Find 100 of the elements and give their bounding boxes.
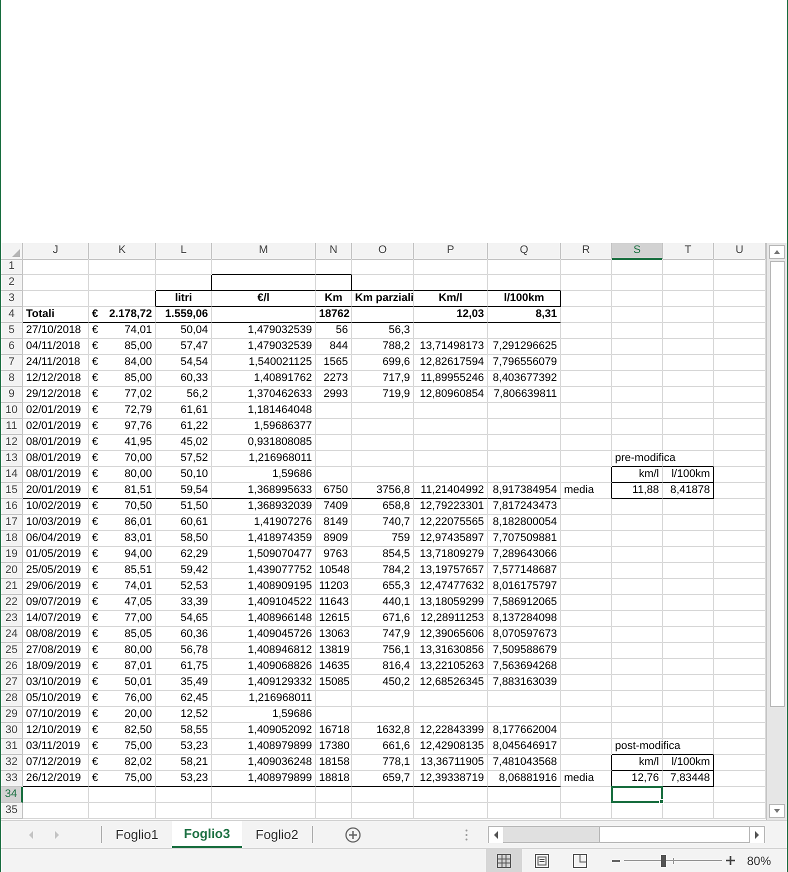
row-header[interactable]: 26	[1, 659, 23, 675]
column-header[interactable]: K	[89, 243, 156, 260]
row-header[interactable]: 30	[1, 723, 23, 739]
scroll-down-icon[interactable]	[769, 804, 785, 818]
row-header[interactable]: 20	[1, 563, 23, 579]
table-cell: 756,1	[352, 643, 414, 659]
zoom-slider-thumb[interactable]	[661, 854, 666, 866]
table-cell: 08/01/2019	[23, 451, 89, 467]
row-header[interactable]: 21	[1, 579, 23, 595]
table-cell: 12/10/2019	[23, 723, 89, 739]
empty-cell	[663, 643, 714, 659]
scroll-thumb[interactable]	[770, 261, 784, 707]
view-button[interactable]	[486, 849, 522, 872]
zoom-level[interactable]: 80%	[746, 852, 771, 870]
row-header[interactable]: 22	[1, 595, 23, 611]
table-cell: 8,045646917	[488, 739, 561, 755]
table-cell: 12,22843399	[414, 723, 488, 739]
table-cell: 58,50	[156, 531, 212, 547]
horizontal-scrollbar[interactable]	[488, 826, 765, 843]
table-cell: 1,408979899	[212, 771, 316, 787]
table-cell: 1,409036248	[212, 755, 316, 771]
zoom-slider[interactable]	[624, 854, 722, 866]
scroll-left-icon[interactable]	[489, 827, 503, 843]
empty-cell	[612, 339, 663, 355]
table-cell: 27/08/2019	[23, 643, 89, 659]
row-header[interactable]: 17	[1, 515, 23, 531]
row-header[interactable]: 5	[1, 323, 23, 339]
zoom-in-icon[interactable]	[726, 856, 735, 865]
scroll-right-icon[interactable]	[750, 827, 764, 843]
row-header[interactable]: 6	[1, 339, 23, 355]
sheet-tab[interactable]: Foglio1	[102, 821, 172, 848]
table-cell: 35,49	[156, 675, 212, 691]
row-header[interactable]: 16	[1, 499, 23, 515]
table-cell: 18818	[316, 771, 352, 787]
column-header[interactable]: P	[414, 243, 488, 260]
row-header[interactable]: 24	[1, 627, 23, 643]
row-header[interactable]: 34	[1, 787, 23, 803]
empty-cell	[352, 275, 414, 291]
row-header[interactable]: 33	[1, 771, 23, 787]
empty-cell	[612, 707, 663, 723]
column-header[interactable]: Q	[488, 243, 561, 260]
row-header[interactable]: 7	[1, 355, 23, 371]
column-header[interactable]: N	[316, 243, 352, 260]
row-header[interactable]: 28	[1, 691, 23, 707]
row-header[interactable]: 14	[1, 467, 23, 483]
empty-cell	[612, 419, 663, 435]
column-header[interactable]: T	[663, 243, 714, 260]
empty-cell	[612, 595, 663, 611]
scroll-thumb[interactable]	[599, 827, 750, 842]
row-header[interactable]: 32	[1, 755, 23, 771]
row-header[interactable]: 19	[1, 547, 23, 563]
empty-cell	[316, 435, 352, 451]
table-cell: 14635	[316, 659, 352, 675]
row-header[interactable]: 11	[1, 419, 23, 435]
row-header[interactable]: 18	[1, 531, 23, 547]
row-header[interactable]: 15	[1, 483, 23, 499]
column-header[interactable]: S	[612, 243, 663, 260]
column-header[interactable]: M	[212, 243, 316, 260]
table-cell: 7,883163039	[488, 675, 561, 691]
row-header[interactable]: 1	[1, 259, 23, 275]
table-cell: 29/12/2018	[23, 387, 89, 403]
row-header[interactable]: 3	[1, 291, 23, 307]
column-header[interactable]: L	[156, 243, 212, 260]
column-header[interactable]: O	[352, 243, 414, 260]
sheet-tab[interactable]: Foglio3	[172, 821, 242, 848]
currency-symbol: €	[92, 755, 98, 770]
row-header[interactable]: 10	[1, 403, 23, 419]
row-header[interactable]: 8	[1, 371, 23, 387]
row-header[interactable]: 9	[1, 387, 23, 403]
empty-cell	[316, 403, 352, 419]
table-cell: 56,2	[156, 387, 212, 403]
row-header[interactable]: 35	[1, 803, 23, 819]
empty-cell	[612, 675, 663, 691]
row-header[interactable]: 2	[1, 275, 23, 291]
row-header[interactable]: 25	[1, 643, 23, 659]
table-cell: 699,6	[352, 355, 414, 371]
empty-cell	[663, 675, 714, 691]
empty-cell	[612, 323, 663, 339]
add-sheet-icon[interactable]	[345, 826, 361, 842]
table-cell: km/l	[612, 467, 663, 483]
row-header[interactable]: 31	[1, 739, 23, 755]
row-header[interactable]: 23	[1, 611, 23, 627]
table-cell: media	[561, 483, 612, 499]
row-header[interactable]: 29	[1, 707, 23, 723]
empty-cell	[663, 435, 714, 451]
table-cell: 8,177662004	[488, 723, 561, 739]
vertical-scrollbar[interactable]	[766, 243, 787, 820]
vertical-dots-icon[interactable]	[465, 828, 468, 840]
sheet-tab[interactable]: Foglio2	[242, 821, 312, 848]
table-cell: 1,40891762	[212, 371, 316, 387]
table-cell: 53,23	[156, 771, 212, 787]
table-cell: 01/05/2019	[23, 547, 89, 563]
row-header[interactable]: 13	[1, 451, 23, 467]
currency-symbol: €	[92, 355, 98, 370]
column-header[interactable]: J	[23, 243, 89, 260]
row-header[interactable]: 27	[1, 675, 23, 691]
scroll-up-icon[interactable]	[769, 245, 785, 259]
row-header[interactable]: 12	[1, 435, 23, 451]
row-header[interactable]: 4	[1, 307, 23, 323]
table-cell: 10/02/2019	[23, 499, 89, 515]
